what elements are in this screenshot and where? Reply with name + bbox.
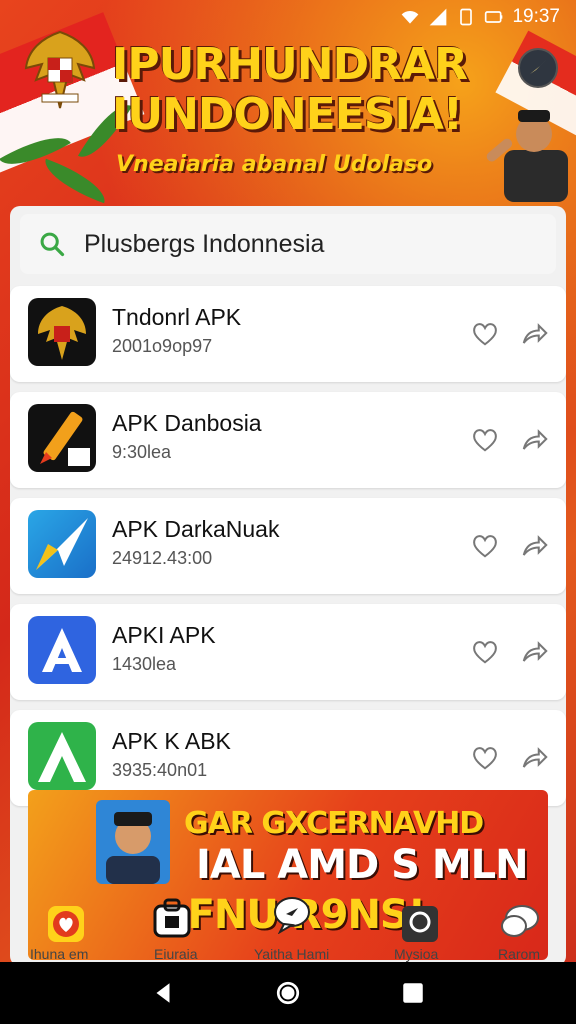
signal-icon — [430, 8, 447, 26]
share-button[interactable] — [518, 740, 552, 774]
promo-line2: IAL AMD S MLN — [196, 842, 529, 888]
favorite-button[interactable] — [468, 740, 502, 774]
app-meta: 3935:40n01 — [112, 760, 208, 780]
app-list-card: Plusbergs Indonnesia Tndonrl APK 2001o9o… — [10, 206, 566, 966]
favorite-button[interactable] — [468, 634, 502, 668]
app-name: APK Danbosia — [112, 410, 262, 436]
app-list-item[interactable]: APK DarkaNuak 24912.43:00 — [10, 498, 566, 594]
share-icon — [522, 535, 548, 556]
status-time: 19:37 — [512, 6, 560, 27]
heart-badge-icon — [48, 906, 84, 942]
search-query: Plusbergs Indonnesia — [84, 229, 325, 258]
recents-icon[interactable] — [400, 980, 426, 1006]
app-name: Tndonrl APK — [112, 304, 242, 330]
app-name: APK K ABK — [112, 728, 231, 754]
banner-headline: IPURHUNDRAR IUNDONEESIA! — [112, 40, 512, 140]
favorite-button[interactable] — [468, 316, 502, 350]
garuda-emblem-icon — [24, 30, 96, 109]
share-icon — [522, 429, 548, 450]
app-name: APKI APK — [112, 622, 216, 648]
app-list-item[interactable]: APKI APK 1430lea — [10, 604, 566, 700]
favorite-button[interactable] — [468, 422, 502, 456]
sim-icon — [460, 8, 473, 26]
heart-icon — [473, 535, 497, 558]
system-nav-bar — [0, 962, 576, 1024]
paper-plane-icon — [28, 510, 96, 578]
back-icon[interactable] — [150, 980, 176, 1006]
tab-label: Eiuraia — [154, 946, 198, 962]
share-button[interactable] — [518, 316, 552, 350]
heart-icon — [473, 429, 497, 452]
search-bar[interactable]: Plusbergs Indonnesia — [20, 214, 556, 274]
status-bar: 19:37 — [0, 0, 576, 34]
app-meta: 9:30lea — [112, 442, 172, 462]
heart-icon — [473, 323, 497, 346]
app-meta: 2001o9op97 — [112, 336, 213, 356]
heart-icon — [473, 747, 497, 770]
pencil-icon — [28, 404, 96, 472]
officer-avatar — [96, 800, 170, 884]
headline-line1: IPURHUNDRAR — [112, 39, 468, 90]
officer-illustration — [486, 110, 568, 202]
share-button[interactable] — [518, 528, 552, 562]
profile-square-icon — [402, 906, 438, 942]
app-list-item[interactable]: APK Danbosia 9:30lea — [10, 392, 566, 488]
share-button[interactable] — [518, 422, 552, 456]
headline-line2: IUNDONEESIA! — [112, 89, 463, 140]
speech-icon — [501, 905, 539, 937]
search-icon — [40, 232, 65, 257]
tab-label: Mysioa — [394, 946, 439, 962]
home-icon[interactable] — [275, 980, 301, 1006]
green-a-icon — [28, 722, 96, 790]
wifi-icon — [402, 10, 419, 24]
banner-subline: Vneaiaria abanal Udolaso — [116, 152, 433, 177]
heart-icon — [473, 641, 497, 664]
compass-icon — [530, 60, 546, 74]
share-icon — [522, 641, 548, 662]
app-meta: 24912.43:00 — [112, 548, 213, 568]
tab-label: Yaitha Hami — [254, 946, 330, 962]
app-meta: 1430lea — [112, 654, 177, 674]
promo-line1: GAR GXCERNAVHD — [184, 806, 484, 841]
store-icon — [153, 898, 191, 938]
compass-button[interactable] — [518, 48, 558, 88]
letter-a-icon — [28, 616, 96, 684]
tab-label: Ihuna em — [30, 946, 89, 962]
app-list-item[interactable]: Tndonrl APK 2001o9op97 — [10, 286, 566, 382]
share-icon — [522, 747, 548, 768]
tab-label: Rarom — [498, 946, 541, 962]
bottom-tab-bar: Ihuna em Eiuraia Yaitha Hami Mysioa Raro… — [10, 897, 566, 964]
app-name: APK DarkaNuak — [112, 516, 280, 542]
favorite-button[interactable] — [468, 528, 502, 562]
chat-bubble-icon — [274, 897, 310, 934]
share-button[interactable] — [518, 634, 552, 668]
share-icon — [522, 323, 548, 344]
battery-icon — [485, 11, 503, 23]
garuda-emblem-icon — [28, 298, 96, 366]
